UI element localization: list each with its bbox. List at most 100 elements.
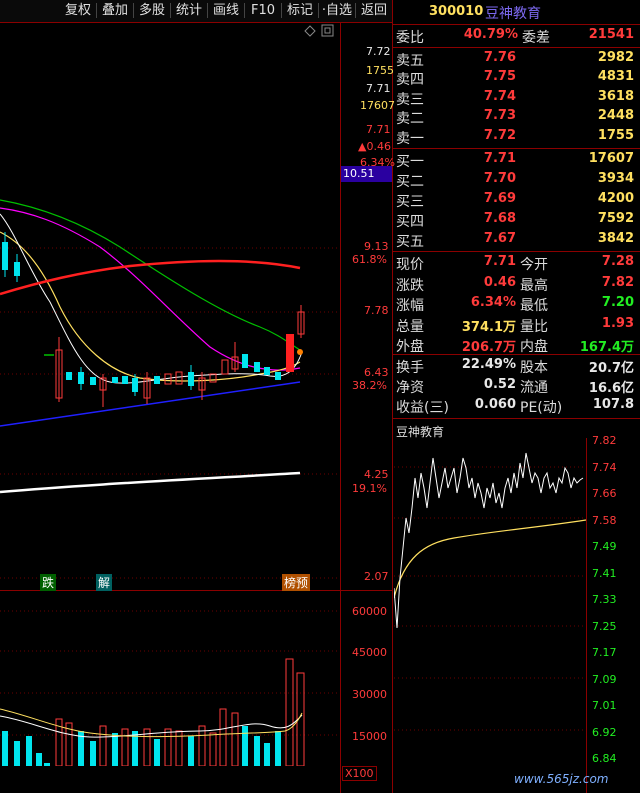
buy5-price: 7.67 xyxy=(483,231,516,246)
ma10-line xyxy=(0,231,301,382)
divider xyxy=(393,418,640,419)
sell2-price: 7.73 xyxy=(483,108,516,123)
add-watchlist-button[interactable]: ·自选 xyxy=(319,0,355,21)
buy2-label: 买二 xyxy=(396,174,424,190)
ma20-line xyxy=(0,207,301,371)
axis-last-price: 7.71 xyxy=(366,123,391,136)
sell-row[interactable]: 卖二 7.73 2448 xyxy=(396,108,638,128)
limit-down-marker[interactable]: 跌 xyxy=(40,574,57,591)
chart-toolbar: 复权 叠加 多股 统计 画线 F10 标记 ·自选 返回 xyxy=(0,0,392,23)
buy3-label: 买三 xyxy=(396,194,424,210)
change-value: 0.46 xyxy=(483,275,516,290)
volume-ratio-value: 1.93 xyxy=(601,316,634,331)
minute-price-line xyxy=(394,452,584,629)
weibi-label: 委比 xyxy=(396,30,424,46)
stat-row-price: 现价 7.71 今开 7.28 xyxy=(396,254,638,274)
high-label: 最高 xyxy=(520,278,548,294)
stat-row-pct: 涨幅 6.34% 最低 7.20 xyxy=(396,295,638,315)
minute-chart[interactable] xyxy=(394,438,586,778)
sell-row[interactable]: 卖五 7.76 2982 xyxy=(396,50,638,70)
open-label: 今开 xyxy=(520,257,548,273)
stat-row-volume: 总量 374.1万 量比 1.93 xyxy=(396,316,638,336)
unlock-marker[interactable]: 解 xyxy=(96,574,113,591)
sell-row[interactable]: 卖四 7.75 4831 xyxy=(396,69,638,89)
stock-name: 豆神教育 xyxy=(485,6,541,22)
vol-axis-30000: 30000 xyxy=(352,688,387,701)
price-label: 现价 xyxy=(396,257,424,273)
axis-change: ▲0.46 xyxy=(358,140,391,153)
axis-sell1-price: 7.72 xyxy=(366,45,391,58)
high-value: 7.82 xyxy=(601,275,634,290)
vol-axis-15000: 15000 xyxy=(352,730,387,743)
stat-row-turnover: 换手 22.49% 股本 20.7亿 xyxy=(396,357,638,377)
cursor-price-label: 10.51 xyxy=(341,166,392,182)
turnover-label: 换手 xyxy=(396,360,424,376)
volume-value: 374.1万 xyxy=(461,320,516,335)
change-label: 涨跌 xyxy=(396,278,424,294)
divider xyxy=(393,148,640,149)
buy-row[interactable]: 买五 7.67 3842 xyxy=(396,231,638,251)
axis-label-9-13: 9.13 xyxy=(364,240,389,253)
buy2-volume: 3934 xyxy=(597,171,634,186)
net-asset-value: 0.52 xyxy=(483,377,516,392)
mark-button[interactable]: 标记 xyxy=(282,0,318,21)
stat-row-outer: 外盘 206.7万 内盘 167.4万 xyxy=(396,336,638,356)
window-toggle-icon[interactable] xyxy=(321,24,334,37)
pe-value: 107.8 xyxy=(592,397,634,412)
axis-pct-19-1: 19.1% xyxy=(352,482,387,495)
sell2-volume: 2448 xyxy=(597,108,634,123)
buy-row[interactable]: 买三 7.69 4200 xyxy=(396,191,638,211)
buy-row[interactable]: 买二 7.70 3934 xyxy=(396,171,638,191)
stock-code: 300010 xyxy=(429,4,484,19)
min-axis-6-84: 6.84 xyxy=(592,752,617,765)
min-axis-7-01: 7.01 xyxy=(592,699,617,712)
draw-line-button[interactable]: 画线 xyxy=(208,0,244,21)
volume-ratio-label: 量比 xyxy=(520,319,548,335)
volume-chart[interactable] xyxy=(0,591,340,766)
min-axis-7-09: 7.09 xyxy=(592,673,617,686)
shares-label: 股本 xyxy=(520,360,548,376)
buy-row[interactable]: 买一 7.71 17607 xyxy=(396,151,638,171)
min-axis-7-25: 7.25 xyxy=(592,620,617,633)
axis-pct-61-8: 61.8% xyxy=(352,253,387,266)
quote-header: 300010 豆神教育 xyxy=(393,0,640,25)
min-axis-6-92: 6.92 xyxy=(592,726,617,739)
min-axis-7-82: 7.82 xyxy=(592,434,617,447)
volume-ma5-line xyxy=(0,714,303,738)
weicha-label: 委差 xyxy=(522,30,550,46)
overlay-button[interactable]: 叠加 xyxy=(97,0,133,21)
weicha-value: 21541 xyxy=(588,27,634,42)
axis-label-4-25: 4.25 xyxy=(364,468,389,481)
kline-chart[interactable] xyxy=(0,22,340,590)
price-value: 7.71 xyxy=(483,254,516,269)
low-label: 最低 xyxy=(520,298,548,314)
list-forecast-marker[interactable]: 榜预 xyxy=(282,574,311,591)
back-button[interactable]: 返回 xyxy=(356,0,392,21)
buy5-volume: 3842 xyxy=(597,231,634,246)
shares-value: 20.7亿 xyxy=(588,361,634,376)
weibi-row: 委比 40.79% 委差 21541 xyxy=(396,27,638,47)
buy2-price: 7.70 xyxy=(483,171,516,186)
sell2-label: 卖二 xyxy=(396,111,424,127)
axis-label-6-43: 6.43 xyxy=(364,366,389,379)
multi-stock-button[interactable]: 多股 xyxy=(134,0,170,21)
sell4-price: 7.75 xyxy=(483,69,516,84)
f10-button[interactable]: F10 xyxy=(245,0,281,21)
buy4-volume: 7592 xyxy=(597,211,634,226)
ma250-line xyxy=(0,471,301,494)
buy-row[interactable]: 买四 7.68 7592 xyxy=(396,211,638,231)
volume-gridlines xyxy=(0,610,340,736)
sell4-label: 卖四 xyxy=(396,72,424,88)
divider xyxy=(393,251,640,252)
restore-rights-button[interactable]: 复权 xyxy=(60,0,96,21)
volume-unit-label: X100 xyxy=(342,766,377,781)
sell-row[interactable]: 卖一 7.72 1755 xyxy=(396,128,638,148)
watermark-text: www.565jz.com xyxy=(514,772,609,786)
weibi-value: 40.79% xyxy=(463,27,518,42)
min-axis-7-41: 7.41 xyxy=(592,567,617,580)
statistics-button[interactable]: 统计 xyxy=(171,0,207,21)
pct-label: 涨幅 xyxy=(396,298,424,314)
diamond-icon[interactable] xyxy=(304,25,316,37)
sell-row[interactable]: 卖三 7.74 3618 xyxy=(396,89,638,109)
vol-axis-60000: 60000 xyxy=(352,605,387,618)
